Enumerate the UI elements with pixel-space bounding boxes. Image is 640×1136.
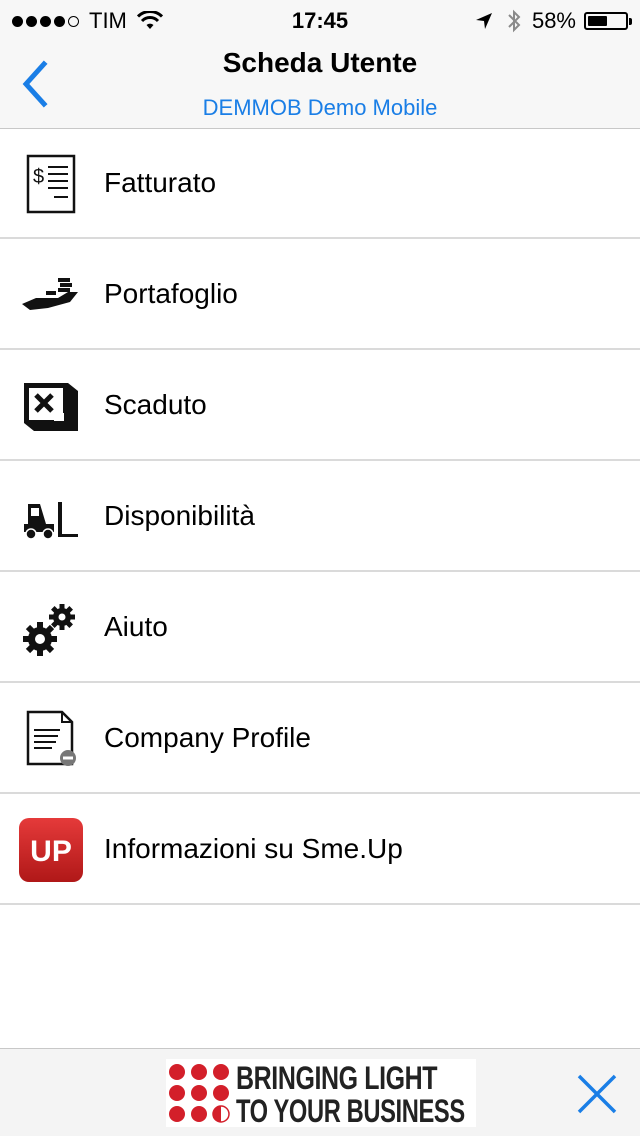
menu-item-label: Disponibilità	[104, 500, 255, 531]
ad-banner: BRINGING LIGHT TO YOUR BUSINESS	[0, 1048, 640, 1136]
location-arrow-icon	[475, 13, 492, 29]
menu-item-informazioni[interactable]: UP Informazioni su Sme.Up	[0, 794, 640, 905]
page-title: Scheda Utente	[222, 47, 418, 78]
menu-item-label: Fatturato	[104, 167, 217, 198]
ad-headline: BRINGING LIGHT	[236, 1060, 438, 1096]
forklift-icon	[24, 502, 78, 540]
menu-item-label: Aiuto	[104, 611, 168, 642]
menu-item-label: Scaduto	[104, 389, 207, 420]
status-bar: TIM 17:45 58%	[0, 0, 640, 40]
battery-cap	[629, 18, 632, 25]
menu-item-label: Informazioni su Sme.Up	[104, 833, 403, 864]
menu-item-label: Portafoglio	[104, 278, 238, 309]
smeup-logo-text: UP	[30, 835, 72, 868]
page-subtitle: DEMMOB Demo Mobile	[202, 95, 438, 120]
battery-percent: 58%	[531, 8, 576, 33]
menu-item-portafoglio[interactable]: Portafoglio	[0, 239, 640, 350]
ad-subheadline: TO YOUR BUSINESS	[236, 1093, 465, 1129]
battery-icon	[584, 12, 632, 30]
ad-image[interactable]: BRINGING LIGHT TO YOUR BUSINESS	[166, 1059, 476, 1129]
screen: TIM 17:45 58% Scheda Utente DEMMOB Demo …	[0, 0, 640, 1136]
dots-logo-icon	[169, 1064, 230, 1123]
close-icon	[577, 1074, 617, 1114]
menu-item-fatturato[interactable]: $ Fatturato	[0, 128, 640, 239]
menu-item-label: Company Profile	[104, 722, 311, 753]
menu-item-aiuto[interactable]: Aiuto	[0, 572, 640, 683]
close-ad-button[interactable]	[576, 1073, 618, 1115]
expired-box-icon	[24, 383, 78, 431]
gears-icon	[23, 604, 75, 656]
nav-bar: Scheda Utente DEMMOB Demo Mobile	[0, 40, 640, 129]
menu-item-scaduto[interactable]: Scaduto	[0, 350, 640, 461]
menu-item-disponibilita[interactable]: Disponibilità	[0, 461, 640, 572]
status-right: 58%	[474, 8, 632, 34]
menu-item-company-profile[interactable]: Company Profile	[0, 683, 640, 794]
document-icon	[26, 710, 76, 766]
hand-coins-icon	[22, 278, 78, 310]
battery-fill	[588, 16, 608, 26]
smeup-logo-icon: UP	[19, 818, 83, 882]
invoice-icon: $	[26, 154, 76, 214]
bluetooth-icon	[508, 9, 521, 33]
menu-list: $ Fatturato Portafoglio Scaduto Disponib…	[0, 128, 640, 905]
svg-text:$: $	[33, 166, 44, 188]
